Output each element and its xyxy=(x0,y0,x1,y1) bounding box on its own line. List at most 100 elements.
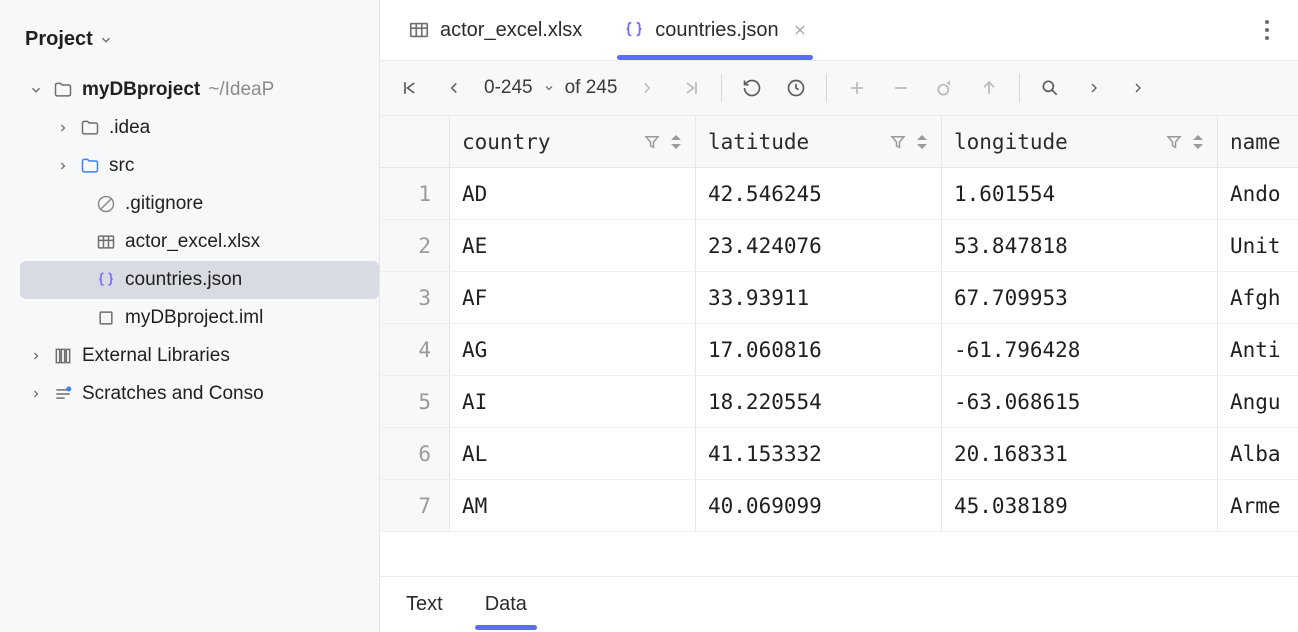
table-row[interactable]: 4AG17.060816-61.796428Anti xyxy=(380,324,1298,376)
next-page-button[interactable] xyxy=(627,68,667,108)
cell-name[interactable]: Anti xyxy=(1218,324,1298,375)
row-number[interactable]: 4 xyxy=(380,324,450,375)
data-grid[interactable]: country latitude xyxy=(380,116,1298,576)
chevron-right-icon xyxy=(28,388,44,400)
tree-item-label: External Libraries xyxy=(82,345,230,367)
cell-longitude[interactable]: -63.068615 xyxy=(942,376,1218,427)
column-header-country[interactable]: country xyxy=(450,116,696,167)
tree-item-idea[interactable]: .idea xyxy=(20,109,379,147)
page-range: 0-245 xyxy=(484,77,533,99)
tree-item-src[interactable]: src xyxy=(20,147,379,185)
tab-countries-json[interactable]: countries.json xyxy=(605,5,824,56)
cell-longitude[interactable]: -61.796428 xyxy=(942,324,1218,375)
view-tab-text[interactable]: Text xyxy=(400,581,449,628)
cell-latitude[interactable]: 33.93911 xyxy=(696,272,942,323)
cell-latitude[interactable]: 18.220554 xyxy=(696,376,942,427)
tree-item-actor-excel[interactable]: actor_excel.xlsx xyxy=(20,223,379,261)
row-number[interactable]: 3 xyxy=(380,272,450,323)
tree-item-iml[interactable]: myDBproject.iml xyxy=(20,299,379,337)
toolbar-scroll-right[interactable] xyxy=(1074,68,1114,108)
sort-icon[interactable] xyxy=(915,133,929,151)
find-button[interactable] xyxy=(1030,68,1070,108)
cell-latitude[interactable]: 40.069099 xyxy=(696,480,942,531)
add-row-button[interactable] xyxy=(837,68,877,108)
column-header-name[interactable]: name xyxy=(1218,116,1298,167)
tab-label: countries.json xyxy=(655,19,778,42)
page-range-selector[interactable]: 0-245 of 245 xyxy=(478,77,623,99)
row-number[interactable]: 2 xyxy=(380,220,450,271)
reload-button[interactable] xyxy=(732,68,772,108)
close-tab-icon[interactable] xyxy=(793,23,807,37)
table-row[interactable]: 2AE23.42407653.847818Unit xyxy=(380,220,1298,272)
cell-latitude[interactable]: 23.424076 xyxy=(696,220,942,271)
cell-country[interactable]: AL xyxy=(450,428,696,479)
last-page-button[interactable] xyxy=(671,68,711,108)
project-sidebar: Project myDBproject ~/IdeaP .idea xyxy=(0,0,380,632)
corner-cell[interactable] xyxy=(380,116,450,167)
revert-button[interactable] xyxy=(925,68,965,108)
row-number[interactable]: 1 xyxy=(380,168,450,219)
toolbar-scroll-right-2[interactable] xyxy=(1118,68,1158,108)
project-title: Project xyxy=(25,28,93,51)
cell-country[interactable]: AF xyxy=(450,272,696,323)
chevron-right-icon xyxy=(28,350,44,362)
cell-country[interactable]: AE xyxy=(450,220,696,271)
column-header-longitude[interactable]: longitude xyxy=(942,116,1218,167)
column-header-latitude[interactable]: latitude xyxy=(696,116,942,167)
cell-name[interactable]: Arme xyxy=(1218,480,1298,531)
cell-longitude[interactable]: 53.847818 xyxy=(942,220,1218,271)
table-row[interactable]: 7AM40.06909945.038189Arme xyxy=(380,480,1298,532)
filter-icon[interactable] xyxy=(889,133,907,151)
project-toolwindow-header[interactable]: Project xyxy=(0,18,379,71)
cell-name[interactable]: Afgh xyxy=(1218,272,1298,323)
sort-icon[interactable] xyxy=(1191,133,1205,151)
tree-item-gitignore[interactable]: .gitignore xyxy=(20,185,379,223)
cell-longitude[interactable]: 20.168331 xyxy=(942,428,1218,479)
cell-latitude[interactable]: 17.060816 xyxy=(696,324,942,375)
table-row[interactable]: 5AI18.220554-63.068615Angu xyxy=(380,376,1298,428)
table-row[interactable]: 6AL41.15333220.168331Alba xyxy=(380,428,1298,480)
view-tab-data[interactable]: Data xyxy=(479,581,533,628)
row-number[interactable]: 5 xyxy=(380,376,450,427)
submit-button[interactable] xyxy=(969,68,1009,108)
table-row[interactable]: 3AF33.9391167.709953Afgh xyxy=(380,272,1298,324)
project-tree: myDBproject ~/IdeaP .idea src xyxy=(0,71,379,413)
cell-longitude[interactable]: 67.709953 xyxy=(942,272,1218,323)
filter-icon[interactable] xyxy=(643,133,661,151)
table-row[interactable]: 1AD42.5462451.601554Ando xyxy=(380,168,1298,220)
transaction-mode-button[interactable] xyxy=(776,68,816,108)
cell-latitude[interactable]: 42.546245 xyxy=(696,168,942,219)
tree-item-external-libraries[interactable]: External Libraries xyxy=(20,337,379,375)
tree-item-label: countries.json xyxy=(125,269,242,291)
sort-icon[interactable] xyxy=(669,133,683,151)
cell-longitude[interactable]: 45.038189 xyxy=(942,480,1218,531)
grid-header-row: country latitude xyxy=(380,116,1298,168)
cell-country[interactable]: AM xyxy=(450,480,696,531)
chevron-right-icon xyxy=(55,160,71,172)
cell-name[interactable]: Unit xyxy=(1218,220,1298,271)
cell-name[interactable]: Alba xyxy=(1218,428,1298,479)
cell-country[interactable]: AI xyxy=(450,376,696,427)
editor-more-menu[interactable] xyxy=(1246,9,1288,51)
delete-row-button[interactable] xyxy=(881,68,921,108)
filter-icon[interactable] xyxy=(1165,133,1183,151)
cell-longitude[interactable]: 1.601554 xyxy=(942,168,1218,219)
tree-item-scratches[interactable]: Scratches and Conso xyxy=(20,375,379,413)
cell-name[interactable]: Angu xyxy=(1218,376,1298,427)
row-number[interactable]: 7 xyxy=(380,480,450,531)
cell-country[interactable]: AD xyxy=(450,168,696,219)
tree-root[interactable]: myDBproject ~/IdeaP xyxy=(20,71,379,109)
tree-item-label: src xyxy=(109,155,134,177)
cell-latitude[interactable]: 41.153332 xyxy=(696,428,942,479)
table-file-icon xyxy=(408,19,430,41)
tree-root-name: myDBproject xyxy=(82,79,200,101)
tree-item-label: Scratches and Conso xyxy=(82,383,264,405)
prev-page-button[interactable] xyxy=(434,68,474,108)
cell-country[interactable]: AG xyxy=(450,324,696,375)
row-number[interactable]: 6 xyxy=(380,428,450,479)
tab-actor-excel[interactable]: actor_excel.xlsx xyxy=(390,5,600,56)
cell-name[interactable]: Ando xyxy=(1218,168,1298,219)
tree-item-countries-json[interactable]: countries.json xyxy=(20,261,379,299)
first-page-button[interactable] xyxy=(390,68,430,108)
library-icon xyxy=(52,346,74,366)
